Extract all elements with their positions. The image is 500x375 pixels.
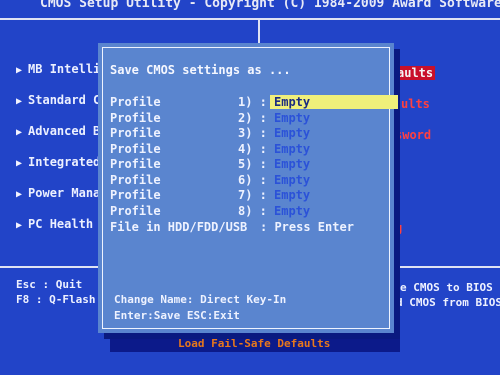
save-cmos-to-bios-hint: e CMOS to BIOS <box>400 281 493 294</box>
menu-arrow-icon: ▶ <box>16 220 23 231</box>
f8-qflash-hint: F8 : Q-Flash <box>16 293 96 306</box>
profile-row-4[interactable]: Profile 4) : Empty <box>110 142 380 157</box>
menu-arrow-icon: ▶ <box>16 189 23 200</box>
bios-title: CMOS Setup Utility - Copyright (C) 1984-… <box>40 0 500 11</box>
menu-arrow-icon: ▶ <box>16 127 23 138</box>
profile-number: 4) : <box>238 142 267 156</box>
esc-quit-hint: Esc : Quit <box>16 278 83 291</box>
menu-arrow-icon: ▶ <box>16 96 23 107</box>
enter-esc-hint: Enter:Save ESC:Exit <box>114 309 240 322</box>
profile-label: Profile <box>110 173 161 187</box>
profile-number: 1) : <box>238 95 267 109</box>
dialog-title: Save CMOS settings as ... <box>110 63 291 77</box>
bios-screen: CMOS Setup Utility - Copyright (C) 1984-… <box>0 0 500 375</box>
profile-row-3[interactable]: Profile 3) : Empty <box>110 126 380 141</box>
profile-number: 3) : <box>238 126 267 140</box>
profile-value[interactable]: Empty <box>274 173 310 187</box>
profile-label: Profile <box>110 157 161 171</box>
profile-label: Profile <box>110 142 161 156</box>
profile-value[interactable]: Empty <box>274 188 310 202</box>
menu-item-standard-cmos[interactable]: ▶ Standard CM <box>16 93 108 107</box>
menu-item-mb-intelligent[interactable]: ▶ MB Intellig <box>16 62 108 76</box>
profile-row-1[interactable]: Profile 1) : Empty <box>110 95 398 110</box>
profile-number: 6) : <box>238 173 267 187</box>
profile-value[interactable]: Empty <box>274 126 310 140</box>
profile-value[interactable]: Empty <box>274 204 310 218</box>
profile-value-selected[interactable]: Empty <box>270 95 398 109</box>
menu-item-optimized-defaults[interactable]: ults <box>401 97 430 111</box>
profile-label: Profile <box>110 111 161 125</box>
menu-item-integrated[interactable]: ▶ Integrated <box>16 155 100 169</box>
menu-arrow-icon: ▶ <box>16 158 23 169</box>
profile-label: Profile <box>110 126 161 140</box>
change-name-hint: Change Name: Direct Key-In <box>114 293 287 306</box>
profile-label: Profile <box>110 188 161 202</box>
profile-number: 2) : <box>238 111 267 125</box>
profile-value[interactable]: Empty <box>274 142 310 156</box>
file-hdd-fdd-usb-label[interactable]: File in HDD/FDD/USB <box>110 220 247 234</box>
profile-number: 7) : <box>238 188 267 202</box>
menu-arrow-icon: ▶ <box>16 65 23 76</box>
profile-row-5[interactable]: Profile 5) : Empty <box>110 157 380 172</box>
menu-item-setup[interactable]: g <box>395 221 402 235</box>
press-enter-action[interactable]: : Press Enter <box>260 220 354 234</box>
profile-row-7[interactable]: Profile 7) : Empty <box>110 188 380 203</box>
profile-label: Profile <box>110 204 161 218</box>
status-bar-label: Load Fail-Safe Defaults <box>178 337 331 350</box>
profile-value[interactable]: Empty <box>274 157 310 171</box>
profile-value[interactable]: Empty <box>274 111 310 125</box>
top-border-line <box>0 18 500 20</box>
profile-row-8[interactable]: Profile 8) : Empty <box>110 204 380 219</box>
save-cmos-dialog: Save CMOS settings as ... Profile 1) : E… <box>98 43 398 333</box>
menu-item-power-management[interactable]: ▶ Power Manag <box>16 186 108 200</box>
menu-item-pc-health[interactable]: ▶ PC Health S <box>16 217 108 231</box>
menu-item-advanced-bios[interactable]: ▶ Advanced BI <box>16 124 108 138</box>
menu-item-set-password[interactable]: sword <box>395 128 431 142</box>
profile-number: 5) : <box>238 157 267 171</box>
profile-number: 8) : <box>238 204 267 218</box>
profile-row-6[interactable]: Profile 6) : Empty <box>110 173 380 188</box>
profile-row-2[interactable]: Profile 2) : Empty <box>110 111 380 126</box>
menu-item-load-defaults-highlighted[interactable]: aults <box>395 66 436 80</box>
profile-label: Profile <box>110 95 161 109</box>
load-cmos-from-bios-hint: d CMOS from BIOS <box>396 296 500 309</box>
